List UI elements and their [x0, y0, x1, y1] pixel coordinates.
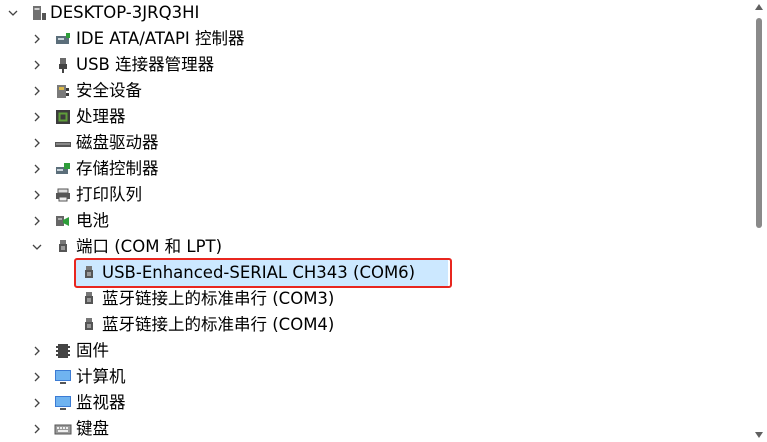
chevron-right-icon[interactable] [30, 390, 44, 416]
chevron-right-icon[interactable] [30, 364, 44, 390]
tree-item-label: 监视器 [76, 393, 126, 412]
port-icon [54, 238, 72, 256]
printer-icon [54, 186, 72, 204]
tree-item-processor[interactable]: 处理器 [0, 104, 740, 130]
tree-item-usb-connector[interactable]: USB 连接器管理器 [0, 52, 740, 78]
storage-controller-icon [54, 160, 72, 178]
chevron-right-icon[interactable] [30, 156, 44, 182]
tree-item-keyboard[interactable]: 键盘 [0, 416, 740, 442]
processor-icon [54, 108, 72, 126]
keyboard-icon [54, 420, 72, 438]
tree-item-label: 计算机 [76, 367, 126, 386]
port-icon [80, 290, 98, 308]
tree-item-com4[interactable]: 蓝牙链接上的标准串行 (COM4) [0, 312, 740, 338]
chevron-down-icon[interactable] [30, 234, 44, 260]
tree-item-label: 打印队列 [76, 185, 142, 204]
port-icon [80, 316, 98, 334]
scroll-down-arrow-icon[interactable] [755, 432, 763, 438]
chevron-right-icon[interactable] [30, 338, 44, 364]
tree-item-ide[interactable]: IDE ATA/ATAPI 控制器 [0, 26, 740, 52]
tree-item-label: 电池 [76, 211, 109, 230]
tree-item-label: 安全设备 [76, 81, 142, 100]
usb-icon [54, 56, 72, 74]
firmware-icon [54, 342, 72, 360]
chevron-right-icon[interactable] [30, 416, 44, 442]
battery-icon [54, 212, 72, 230]
tree-item-com6[interactable]: USB-Enhanced-SERIAL CH343 (COM6) [0, 260, 740, 286]
scrollbar-thumb[interactable] [756, 18, 762, 228]
disk-drive-icon [54, 134, 72, 152]
tree-item-label: 蓝牙链接上的标准串行 (COM3) [102, 289, 335, 308]
chevron-right-icon[interactable] [30, 208, 44, 234]
chevron-right-icon[interactable] [30, 78, 44, 104]
tree-item-label: 存储控制器 [76, 159, 159, 178]
tree-item-label: USB 连接器管理器 [76, 55, 215, 74]
device-tree[interactable]: DESKTOP-3JRQ3HI IDE ATA/ATAPI 控制器 USB 连接… [0, 0, 751, 442]
tree-item-label: 固件 [76, 341, 109, 360]
tree-item-label: 键盘 [76, 419, 109, 438]
security-device-icon [54, 82, 72, 100]
tree-item-battery[interactable]: 电池 [0, 208, 740, 234]
tree-item-computer[interactable]: 计算机 [0, 364, 740, 390]
monitor-icon [54, 394, 72, 412]
tree-root[interactable]: DESKTOP-3JRQ3HI [0, 0, 740, 26]
tree-item-label: 蓝牙链接上的标准串行 (COM4) [102, 315, 335, 334]
port-icon [80, 264, 98, 282]
chevron-right-icon[interactable] [30, 52, 44, 78]
chevron-right-icon[interactable] [30, 26, 44, 52]
tree-item-disk[interactable]: 磁盘驱动器 [0, 130, 740, 156]
tree-item-firmware[interactable]: 固件 [0, 338, 740, 364]
tree-item-com3[interactable]: 蓝牙链接上的标准串行 (COM3) [0, 286, 740, 312]
ide-controller-icon [54, 30, 72, 48]
tree-item-print-queue[interactable]: 打印队列 [0, 182, 740, 208]
tree-item-monitor[interactable]: 监视器 [0, 390, 740, 416]
tree-item-label: 处理器 [76, 107, 126, 126]
chevron-right-icon[interactable] [30, 182, 44, 208]
tree-item-security[interactable]: 安全设备 [0, 78, 740, 104]
tree-item-ports[interactable]: 端口 (COM 和 LPT) [0, 234, 740, 260]
chevron-right-icon[interactable] [30, 130, 44, 156]
chevron-down-icon[interactable] [6, 0, 20, 26]
scroll-up-arrow-icon[interactable] [755, 4, 763, 10]
monitor-icon [54, 368, 72, 386]
tree-item-label: 端口 (COM 和 LPT) [76, 237, 223, 256]
tree-item-storage[interactable]: 存储控制器 [0, 156, 740, 182]
chevron-right-icon[interactable] [30, 104, 44, 130]
tree-item-label: 磁盘驱动器 [76, 133, 159, 152]
tree-root-label: DESKTOP-3JRQ3HI [50, 3, 200, 22]
tree-item-label: IDE ATA/ATAPI 控制器 [76, 29, 245, 48]
vertical-scrollbar[interactable] [751, 0, 767, 442]
tree-item-label: USB-Enhanced-SERIAL CH343 (COM6) [102, 263, 416, 282]
computer-icon [30, 4, 48, 22]
